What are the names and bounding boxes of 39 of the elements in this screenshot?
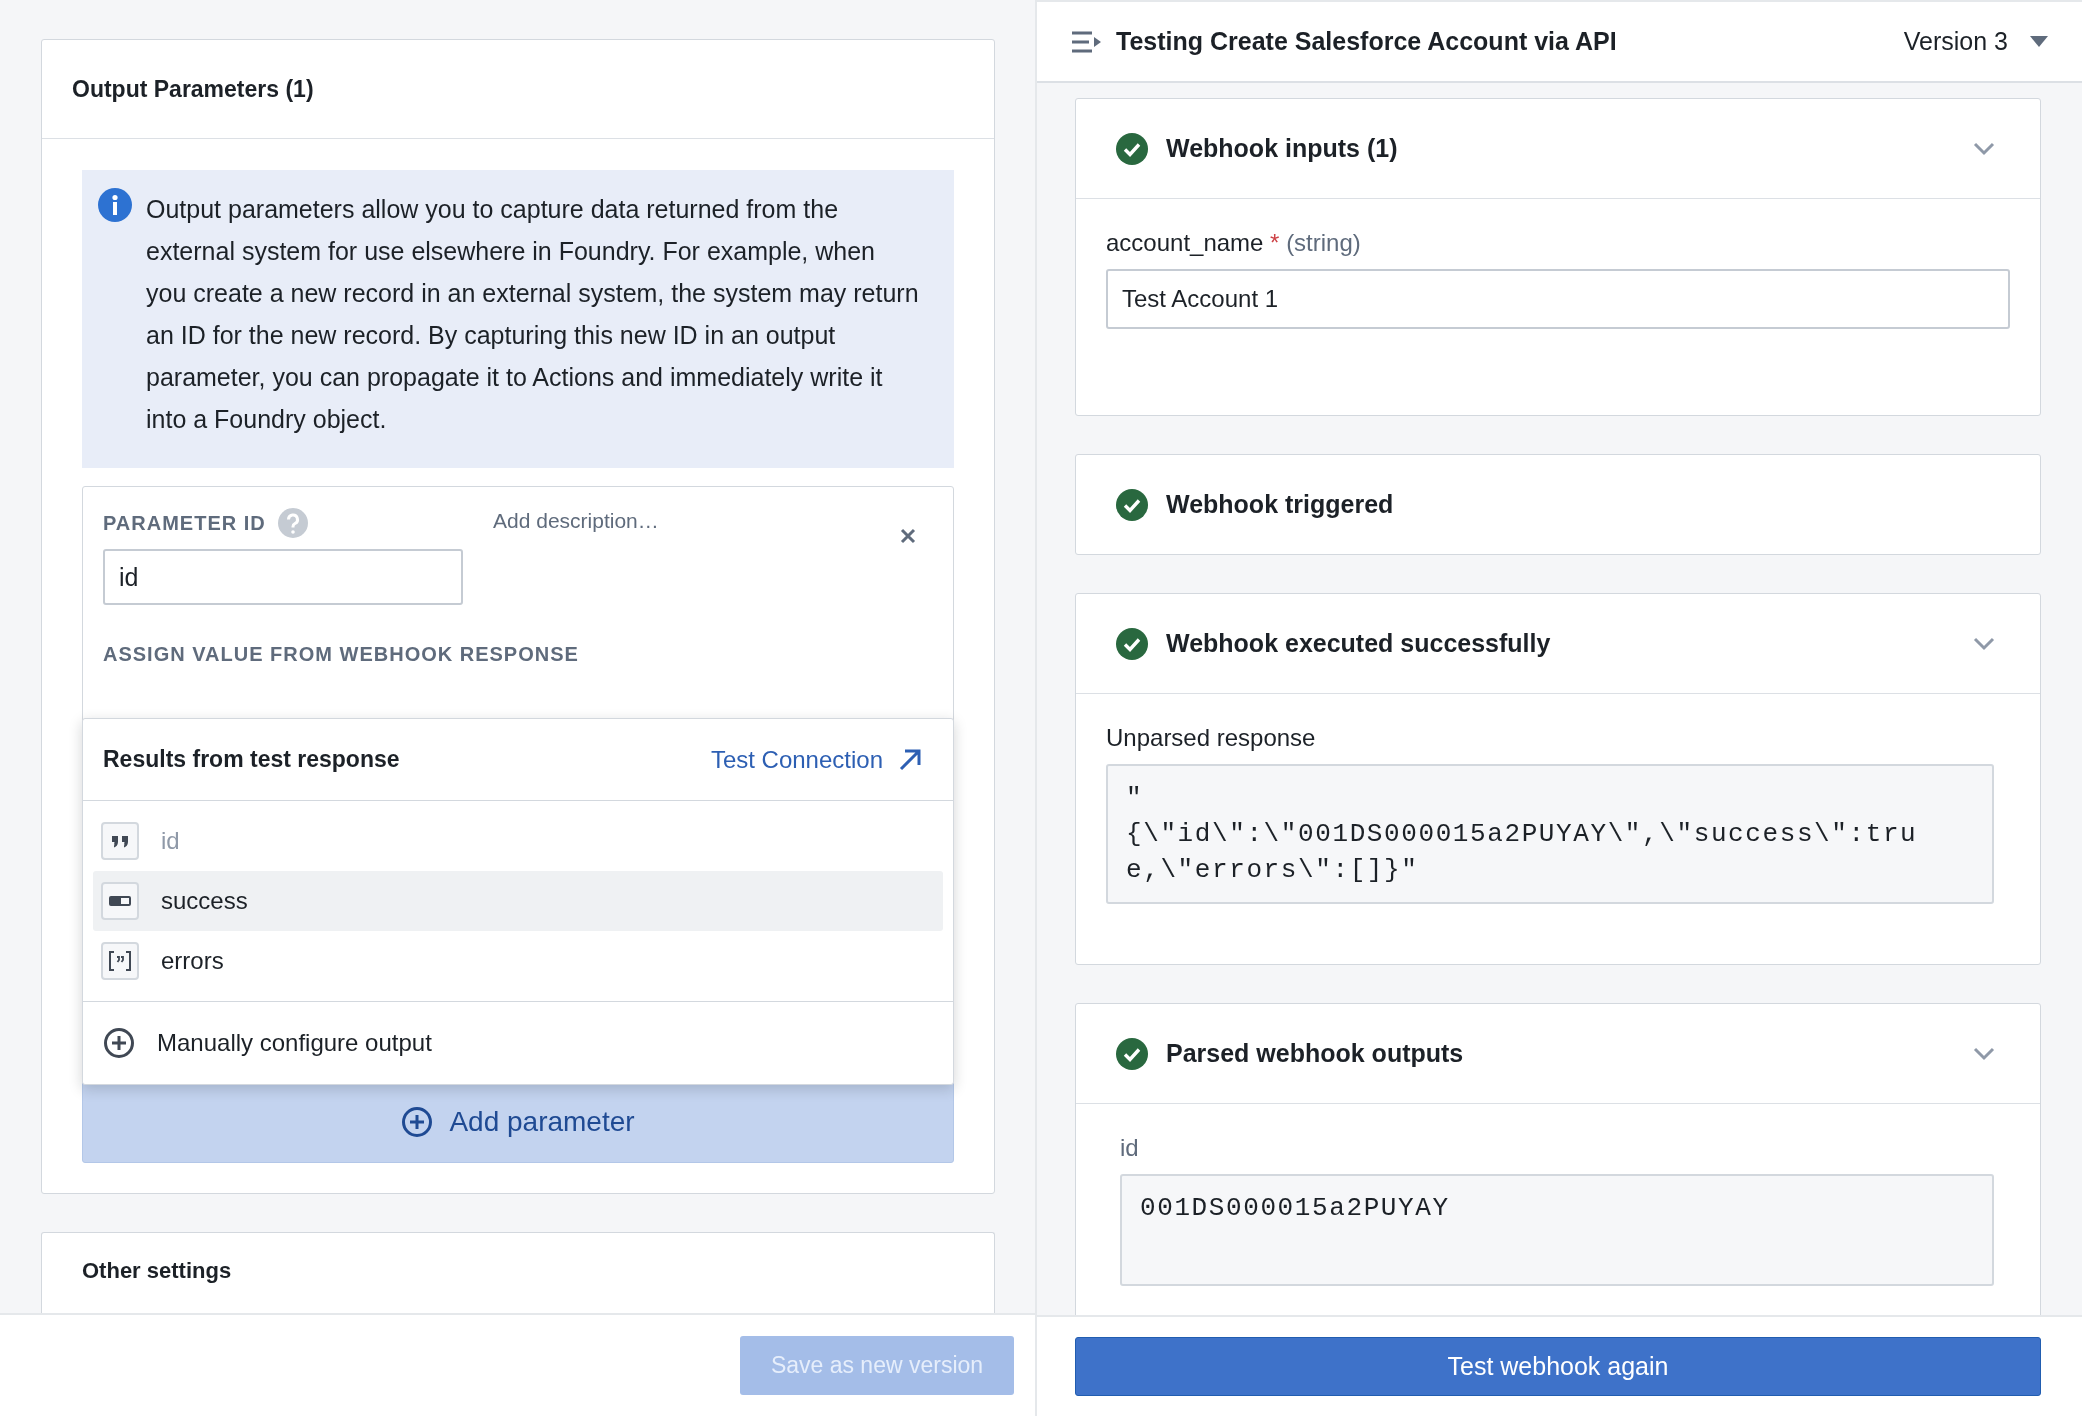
field-label: PARAMETER ID xyxy=(103,511,266,535)
card-title: Other settings xyxy=(81,1257,233,1284)
field-label: Unparsed response xyxy=(1106,724,1317,753)
info-text: Output parameters allow you to capture data returned from the external system for use elsewhere in Foundry. For example, when you create a new record in an external system, the system may return an ID for the new record. By capturing this new ID in an output parameter, you can propagate it to Actions and immediately write it into a Foundry object. xyxy=(146,194,920,435)
test-connection-link[interactable]: Test Connection xyxy=(710,745,923,774)
version-dropdown[interactable]: Version 3 xyxy=(1897,26,2054,57)
field-label: id xyxy=(1120,1134,1140,1163)
plus-circle-icon xyxy=(401,1106,434,1138)
chevron-down-icon[interactable] xyxy=(1973,1046,1995,1061)
step-title: Webhook triggered xyxy=(1166,490,1395,519)
brackets-icon xyxy=(101,942,139,980)
quote-icon xyxy=(101,822,139,860)
help-icon xyxy=(277,508,308,538)
response-code-block: " {\"id\":\"001DS000015a2PUYAY\",\"success\":true,\"errors\":[]}" xyxy=(1106,764,1994,904)
toggle-icon xyxy=(101,882,139,920)
step-title: Webhook inputs (1) xyxy=(1166,134,1399,163)
step-title: Parsed webhook outputs xyxy=(1166,1039,1465,1068)
section-label: ASSIGN VALUE FROM WEBHOOK RESPONSE xyxy=(103,643,579,665)
caret-down-icon[interactable] xyxy=(2030,36,2048,47)
close-icon[interactable] xyxy=(899,527,917,545)
description-placeholder[interactable]: Add description… xyxy=(493,509,659,532)
field-label: account_name * (string) xyxy=(1106,229,1362,258)
dropdown-title: Results from test response xyxy=(103,746,400,773)
output-value-field: 001DS000015a2PUYAY xyxy=(1120,1174,1994,1286)
test-webhook-button[interactable]: Test webhook again xyxy=(1075,1337,2041,1396)
manual-configure-option[interactable]: Manually configure output xyxy=(83,1002,953,1084)
info-icon xyxy=(98,188,132,222)
step-title: Webhook executed successfully xyxy=(1166,629,1552,658)
chevron-down-icon[interactable] xyxy=(1973,141,1995,156)
panel-title: Testing Create Salesforce Account via API xyxy=(1116,27,1618,56)
add-parameter-button[interactable]: Add parameter xyxy=(82,1081,954,1163)
card-title: Output Parameters (1) xyxy=(72,75,314,103)
result-item[interactable]: errors xyxy=(93,931,943,991)
parameter-id-field[interactable]: id xyxy=(103,549,463,605)
chevron-down-icon[interactable] xyxy=(1973,636,1995,651)
plus-circle-icon xyxy=(103,1027,135,1059)
account-name-field[interactable]: Test Account 1 xyxy=(1106,269,2010,329)
menu-arrow-icon[interactable] xyxy=(1070,29,1102,54)
result-item[interactable]: success xyxy=(93,871,943,931)
